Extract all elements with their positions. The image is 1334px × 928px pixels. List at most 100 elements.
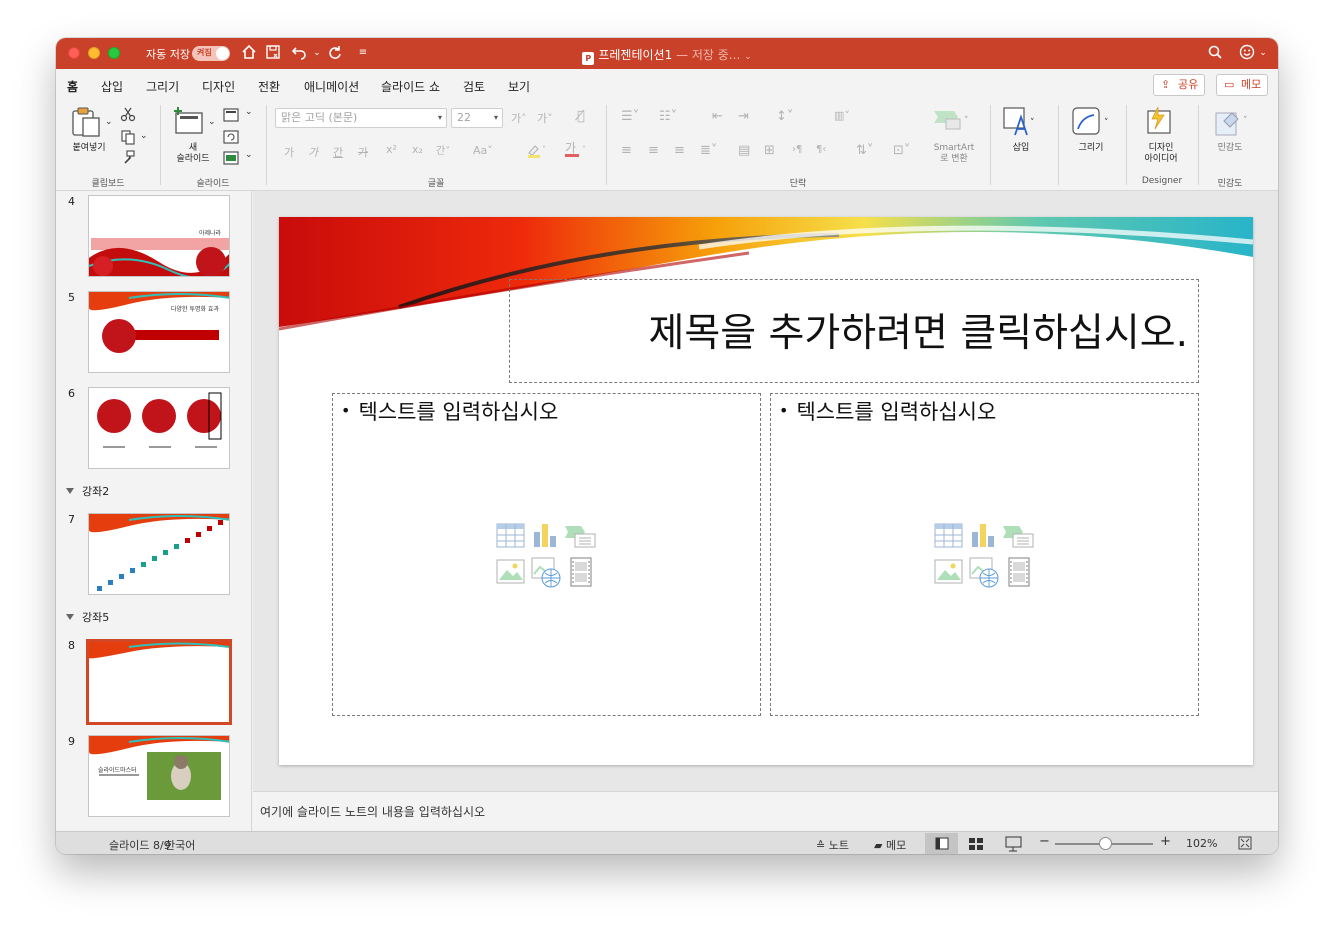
section-header-5[interactable]: 강좌5 [66, 609, 109, 625]
tab-insert[interactable]: 삽입 [101, 78, 123, 95]
highlight-color-icon[interactable]: ˅ [526, 142, 548, 162]
slide-thumbnail-5[interactable]: 다양한 투명화 효과 [88, 291, 230, 373]
slide-thumbnail-4[interactable]: 아제나라 [88, 195, 230, 277]
cut-icon[interactable] [120, 106, 136, 126]
tab-draw[interactable]: 그리기 [146, 78, 179, 95]
ltr-icon[interactable]: ›¶ [792, 144, 802, 155]
font-size-combo[interactable]: 22 ▾ [451, 108, 503, 128]
insert-picture-icon[interactable] [934, 559, 963, 584]
decrease-indent-icon[interactable]: ⇤ [712, 109, 723, 124]
decrease-font-icon[interactable]: 가˅ [537, 110, 553, 126]
section-dropdown-icon[interactable]: ⌄ [245, 150, 253, 160]
notes-toggle-button[interactable]: ≙ 노트 [816, 837, 849, 853]
increase-indent-icon[interactable]: ⇥ [738, 109, 749, 124]
underline-button[interactable]: 간 [333, 144, 343, 160]
insert-table-icon[interactable] [496, 523, 525, 548]
clear-formatting-icon[interactable]: 가̸ [577, 109, 585, 124]
comments-toggle-button[interactable]: ▰ 메모 [874, 837, 906, 853]
insert-online-picture-icon[interactable] [531, 557, 561, 588]
zoom-out-button[interactable]: − [1039, 834, 1050, 849]
smartart-icon[interactable]: ˅ [932, 107, 974, 137]
numbering-icon[interactable]: ☷˅ [659, 109, 677, 124]
tab-home[interactable]: 홈 [67, 78, 79, 102]
comments-button[interactable]: ▭ 메모 [1216, 74, 1268, 96]
superscript-icon[interactable]: x² [386, 143, 397, 156]
insert-chart-icon[interactable] [972, 524, 994, 547]
font-name-combo[interactable]: 맑은 고딕 (본문) ▾ [275, 108, 447, 128]
font-color-icon[interactable]: 가 ˅ [563, 141, 589, 163]
insert-shape-icon[interactable]: ˅ [1003, 107, 1037, 143]
insert-smartart-icon[interactable] [565, 526, 596, 548]
slide-thumbnail-8-selected[interactable] [86, 639, 232, 725]
copy-icon[interactable] [120, 129, 136, 149]
text-direction-icon[interactable]: ⊞ [764, 143, 775, 158]
insert-online-picture-icon[interactable] [969, 557, 999, 588]
share-button[interactable]: ⇪ 공유 [1153, 74, 1205, 96]
align-left-icon[interactable]: ≡ [621, 143, 632, 158]
zoom-level[interactable]: 102% [1186, 837, 1217, 850]
paste-icon[interactable] [70, 105, 104, 143]
collapse-section-icon[interactable] [66, 488, 74, 494]
title-dropdown-icon[interactable]: ⌄ [744, 52, 752, 62]
increase-font-icon[interactable]: 가˄ [511, 110, 527, 126]
normal-view-button[interactable] [925, 833, 958, 854]
align-text-icon[interactable]: ⊡˅ [893, 143, 910, 158]
design-ideas-icon[interactable] [1146, 105, 1174, 141]
section-header-2[interactable]: 강좌2 [66, 483, 109, 499]
bullets-icon[interactable]: ☰˅ [621, 109, 639, 124]
italic-button[interactable]: 가 [308, 144, 318, 160]
layout-dropdown-icon[interactable]: ⌄ [245, 107, 253, 117]
insert-video-icon[interactable] [570, 557, 592, 587]
zoom-in-button[interactable]: + [1160, 834, 1171, 849]
insert-chart-icon[interactable] [534, 524, 556, 547]
draw-icon[interactable]: ˅ [1072, 107, 1116, 143]
columns-icon[interactable]: ▥˅ [834, 109, 850, 122]
layout-icon[interactable] [223, 107, 239, 126]
slide-editing-area[interactable]: 제목을 추가하려면 클릭하십시오. • 텍스트를 입력하십시오 • 텍스트를 입력하… [253, 191, 1278, 791]
tab-review[interactable]: 검토 [463, 78, 485, 95]
text-direction-vertical-icon[interactable]: ⇅˅ [856, 143, 873, 158]
tab-design[interactable]: 디자인 [202, 78, 235, 95]
tab-animations[interactable]: 애니메이션 [304, 78, 359, 95]
slide-sorter-view-button[interactable] [959, 833, 992, 854]
search-icon[interactable] [1206, 44, 1224, 62]
strikethrough-button[interactable]: 가 [358, 144, 368, 160]
tab-view[interactable]: 보기 [508, 78, 530, 95]
slide-thumbnail-7[interactable] [88, 513, 230, 595]
insert-video-icon[interactable] [1008, 557, 1030, 587]
insert-picture-icon[interactable] [496, 559, 525, 584]
bold-button[interactable]: 가 [284, 144, 294, 160]
reading-view-button[interactable] [997, 833, 1030, 854]
distributed-icon[interactable]: ▤ [738, 143, 750, 158]
copy-dropdown-icon[interactable]: ⌄ [140, 131, 148, 141]
fit-to-window-button[interactable] [1238, 836, 1252, 853]
language-indicator[interactable]: 한국어 [165, 837, 195, 853]
insert-table-icon[interactable] [934, 523, 963, 548]
slide-thumbnail-6[interactable] [88, 387, 230, 469]
subscript-icon[interactable]: x₂ [412, 143, 423, 156]
sensitivity-icon[interactable]: ˅ [1214, 107, 1254, 141]
title-placeholder[interactable]: 제목을 추가하려면 클릭하십시오. [509, 279, 1199, 383]
current-slide[interactable]: 제목을 추가하려면 클릭하십시오. • 텍스트를 입력하십시오 • 텍스트를 입력하… [279, 217, 1253, 765]
insert-smartart-icon[interactable] [1003, 526, 1034, 548]
zoom-slider-thumb[interactable] [1099, 837, 1112, 850]
paste-dropdown-icon[interactable]: ⌄ [105, 117, 113, 127]
align-right-icon[interactable]: ≡ [674, 143, 685, 158]
slide-thumbnail-9[interactable]: 슬라이드마스터 [88, 735, 230, 817]
rtl-icon[interactable]: ¶‹ [816, 144, 826, 155]
content-placeholder-right[interactable]: • 텍스트를 입력하십시오 [770, 393, 1199, 716]
feedback-dropdown-icon[interactable]: ⌄ [1254, 44, 1272, 62]
collapse-section-icon[interactable] [66, 614, 74, 620]
tab-transitions[interactable]: 전환 [258, 78, 280, 95]
new-slide-icon[interactable] [172, 105, 206, 141]
content-placeholder-left[interactable]: • 텍스트를 입력하십시오 [332, 393, 761, 716]
ruby-text-icon[interactable]: 간˅ [436, 142, 450, 157]
notes-pane[interactable]: 여기에 슬라이드 노트의 내용을 입력하십시오 [253, 791, 1278, 831]
new-slide-dropdown-icon[interactable]: ⌄ [208, 117, 216, 127]
slides-thumbnail-panel[interactable]: 4 아제나라 5 다양한 투명화 효과 6 강좌2 7 강좌5 8 9 슬라이드… [56, 191, 252, 831]
tab-slideshow[interactable]: 슬라이드 쇼 [381, 78, 440, 95]
align-center-icon[interactable]: ≡ [648, 143, 659, 158]
change-case-icon[interactable]: Aa˅ [473, 144, 493, 157]
justify-icon[interactable]: ≣˅ [700, 143, 717, 158]
section-icon[interactable] [223, 150, 239, 169]
